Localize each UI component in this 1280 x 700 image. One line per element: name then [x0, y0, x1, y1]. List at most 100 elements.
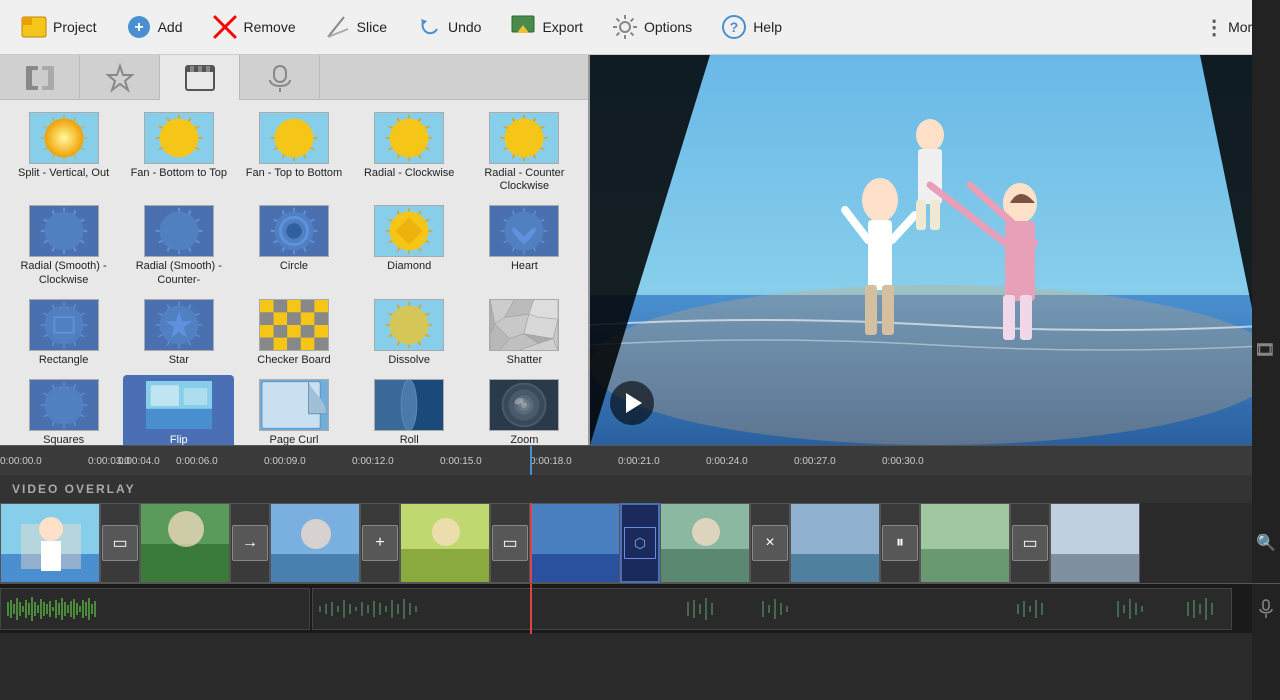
- video-overlay-label: VIDEO OVERLAY 🎞: [0, 475, 1280, 503]
- svg-text:+: +: [134, 19, 143, 36]
- audio-mic-button[interactable]: [1252, 584, 1280, 634]
- add-label: Add: [158, 19, 183, 35]
- transition-fan-top-bottom[interactable]: Fan - Top to Bottom: [238, 108, 349, 197]
- left-panel: Split - Vertical, Out: [0, 55, 590, 445]
- audio-segment-1[interactable]: [0, 588, 310, 630]
- transition-radial-smooth-counter[interactable]: Radial (Smooth) - Counter-: [123, 201, 234, 290]
- audio-segment-2[interactable]: [312, 588, 1232, 630]
- time-marker-27: 0:00:27.0: [794, 446, 836, 475]
- transition-icon-7[interactable]: ▭: [1010, 503, 1050, 583]
- transition-diamond[interactable]: Diamond: [354, 201, 465, 290]
- transitions-panel: Split - Vertical, Out: [0, 100, 588, 445]
- play-icon: [626, 393, 642, 413]
- video-overlay-text: VIDEO OVERLAY: [12, 482, 136, 496]
- remove-label: Remove: [244, 19, 296, 35]
- audio-tab-icon: [264, 62, 296, 94]
- transition-icon-5[interactable]: ×: [750, 503, 790, 583]
- transition-overlay-icon-7: ▭: [1012, 525, 1048, 561]
- transition-icon-3[interactable]: +: [360, 503, 400, 583]
- transition-radial-smooth-clockwise[interactable]: Radial (Smooth) - Clockwise: [8, 201, 119, 290]
- time-marker-15: 0:00:15.0: [440, 446, 482, 475]
- help-button[interactable]: ? Help: [708, 7, 794, 47]
- transition-dissolve[interactable]: Dissolve: [354, 295, 465, 371]
- tab-audio[interactable]: [240, 55, 320, 100]
- options-icon: [611, 13, 639, 41]
- transition-radial-clockwise[interactable]: Radial - Clockwise: [354, 108, 465, 197]
- transition-heart[interactable]: Heart: [469, 201, 580, 290]
- transition-label: Fan - Top to Bottom: [246, 167, 342, 180]
- project-label: Project: [53, 19, 97, 35]
- tab-transitions[interactable]: [0, 55, 80, 100]
- transition-icon-selected[interactable]: ⬡: [620, 503, 660, 583]
- timeline-clip-6[interactable]: [660, 503, 750, 583]
- transition-label: Radial (Smooth) - Counter-: [127, 260, 230, 286]
- transition-zoom[interactable]: Zoom: [469, 375, 580, 445]
- transition-fan-bottom-top[interactable]: Fan - Bottom to Top: [123, 108, 234, 197]
- transition-rectangle[interactable]: Rectangle: [8, 295, 119, 371]
- timeline-clip-5[interactable]: [530, 503, 620, 583]
- transition-roll[interactable]: Roll: [354, 375, 465, 445]
- timeline-clip-2[interactable]: [140, 503, 230, 583]
- timeline-cursor[interactable]: [530, 446, 532, 475]
- slice-button[interactable]: Slice: [312, 7, 399, 47]
- timeline-clip-3[interactable]: [270, 503, 360, 583]
- time-marker-4: 0:00:04.0: [118, 446, 160, 475]
- undo-button[interactable]: Undo: [403, 7, 493, 47]
- export-icon: [509, 13, 537, 41]
- transition-label: Split - Vertical, Out: [18, 167, 109, 180]
- tab-clips[interactable]: [160, 55, 240, 100]
- help-icon: ?: [720, 13, 748, 41]
- transition-label: Flip: [170, 434, 188, 445]
- transition-overlay-icon-2: →: [232, 525, 268, 561]
- timeline-clip-8[interactable]: [920, 503, 1010, 583]
- transition-overlay-icon-3: +: [362, 525, 398, 561]
- transition-icon-1[interactable]: ▭: [100, 503, 140, 583]
- transition-label: Zoom: [510, 434, 538, 445]
- transition-squares[interactable]: Squares: [8, 375, 119, 445]
- preview-image: [590, 55, 1280, 445]
- play-button[interactable]: [610, 381, 654, 425]
- transition-label: Dissolve: [388, 354, 430, 367]
- transition-label: Roll: [400, 434, 419, 445]
- transition-icon-6[interactable]: ⏸: [880, 503, 920, 583]
- transition-label: Squares: [43, 434, 84, 445]
- options-button[interactable]: Options: [599, 7, 704, 47]
- transition-star[interactable]: Star: [123, 295, 234, 371]
- transition-checker-board[interactable]: Checker Board: [238, 295, 349, 371]
- transition-label: Radial (Smooth) - Clockwise: [12, 260, 115, 286]
- transition-label: Radial - Clockwise: [364, 167, 454, 180]
- timeline-clip-1[interactable]: [0, 503, 100, 583]
- favorites-tab-icon: [104, 62, 136, 94]
- timeline-clip-9[interactable]: [1050, 503, 1140, 583]
- transition-flip[interactable]: Flip: [123, 375, 234, 445]
- transition-label: Fan - Bottom to Top: [131, 167, 227, 180]
- timeline-clip-4[interactable]: [400, 503, 490, 583]
- add-button[interactable]: + Add: [113, 7, 195, 47]
- transition-split-vertical-out[interactable]: Split - Vertical, Out: [8, 108, 119, 197]
- transition-circle[interactable]: Circle: [238, 201, 349, 290]
- transition-label: Star: [169, 354, 189, 367]
- time-marker-21: 0:00:21.0: [618, 446, 660, 475]
- transition-label: Checker Board: [257, 354, 330, 367]
- time-ruler: 0:00:00.0 0:00:03.0 0:00:04.0 0:00:06.0 …: [0, 445, 1280, 475]
- transition-shatter[interactable]: Shatter: [469, 295, 580, 371]
- transition-overlay-icon: ▭: [102, 525, 138, 561]
- audio-track: [0, 583, 1280, 633]
- transition-page-curl[interactable]: Page Curl: [238, 375, 349, 445]
- track-expand-icon[interactable]: 🔍: [1252, 503, 1280, 583]
- time-marker-9: 0:00:09.0: [264, 446, 306, 475]
- timeline-clip-7[interactable]: [790, 503, 880, 583]
- transitions-tab-icon: [24, 62, 56, 94]
- transition-icon-2[interactable]: →: [230, 503, 270, 583]
- transitions-grid: Split - Vertical, Out: [4, 104, 584, 445]
- transition-overlay-icon-4: ▭: [492, 525, 528, 561]
- export-button[interactable]: Export: [497, 7, 594, 47]
- time-marker-12: 0:00:12.0: [352, 446, 394, 475]
- transition-icon-4[interactable]: ▭: [490, 503, 530, 583]
- transition-radial-counter-clockwise[interactable]: Radial - Counter Clockwise: [469, 108, 580, 197]
- remove-button[interactable]: Remove: [199, 7, 308, 47]
- transition-overlay-icon-6: ⏸: [882, 525, 918, 561]
- tab-favorites[interactable]: [80, 55, 160, 100]
- transition-label: Page Curl: [270, 434, 319, 445]
- project-button[interactable]: Project: [8, 7, 109, 47]
